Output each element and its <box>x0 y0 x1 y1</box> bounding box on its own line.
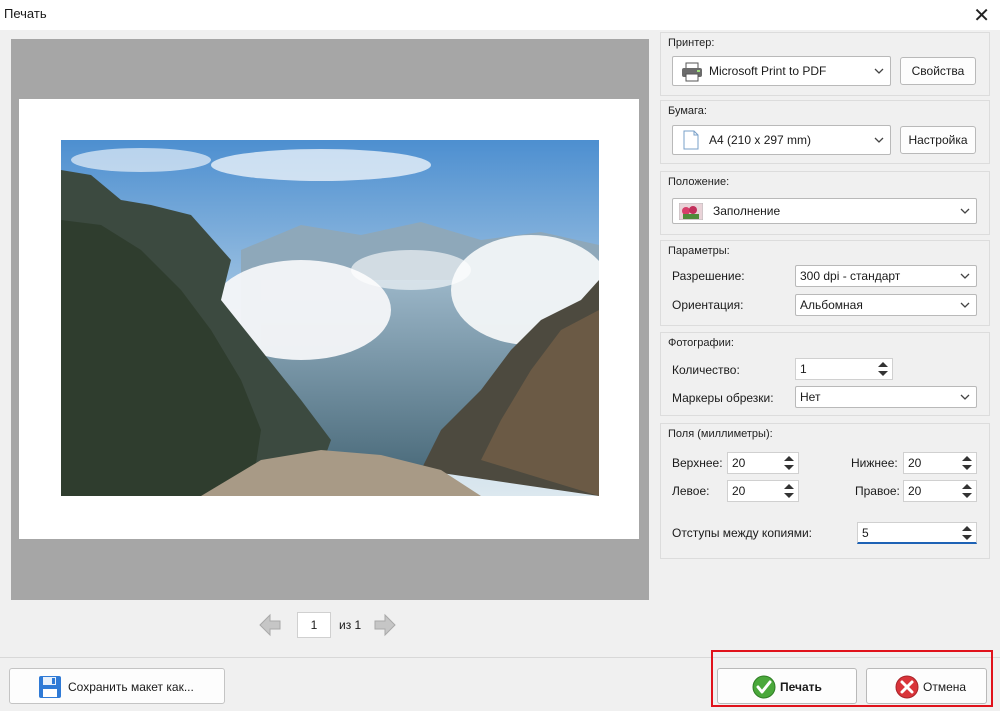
printer-icon <box>682 62 702 82</box>
parameters-label: Параметры: <box>668 245 730 257</box>
margin-bottom-label: Нижнее: <box>851 456 898 470</box>
print-button-label: Печать <box>780 680 822 694</box>
cancel-button-label: Отмена <box>923 680 967 694</box>
crop-marks-label: Маркеры обрезки: <box>672 391 774 405</box>
chevron-down-icon <box>960 302 970 308</box>
save-layout-label: Сохранить макет как... <box>68 680 194 694</box>
next-page-icon[interactable] <box>372 612 398 638</box>
spin-arrows-icon[interactable] <box>960 482 974 500</box>
crop-marks-select[interactable]: Нет <box>795 386 977 408</box>
title-bar: Печать ✕ <box>0 0 1000 30</box>
floppy-disk-icon <box>39 676 61 698</box>
crop-marks-value: Нет <box>800 390 821 404</box>
print-button[interactable]: Печать <box>717 668 857 704</box>
copy-spacing-label: Отступы между копиями: <box>672 526 812 540</box>
printer-properties-button[interactable]: Свойства <box>900 57 976 85</box>
position-label: Положение: <box>668 176 730 188</box>
page-count-label: из 1 <box>339 618 362 632</box>
page-number-input[interactable]: 1 <box>297 612 331 638</box>
spin-arrows-icon[interactable] <box>782 454 796 472</box>
margins-group: Поля (миллиметры): Верхнее: 20 Нижнее: 2… <box>660 423 990 559</box>
cancel-button[interactable]: Отмена <box>866 668 987 704</box>
previous-page-icon[interactable] <box>257 612 283 638</box>
cancel-icon <box>895 675 919 699</box>
margin-right-value: 20 <box>908 484 922 498</box>
margin-right-label: Правое: <box>855 484 900 498</box>
window-title: Печать <box>4 6 47 21</box>
margin-top-value: 20 <box>732 456 746 470</box>
chevron-down-icon <box>960 208 970 214</box>
margin-left-stepper[interactable]: 20 <box>727 480 799 502</box>
orientation-value: Альбомная <box>800 298 863 312</box>
margin-top-stepper[interactable]: 20 <box>727 452 799 474</box>
margin-left-label: Левое: <box>672 484 710 498</box>
printer-label: Принтер: <box>668 37 715 49</box>
page-navigator: 1 из 1 <box>257 610 417 640</box>
orientation-select[interactable]: Альбомная <box>795 294 977 316</box>
image-thumbnail-icon <box>679 203 703 220</box>
position-select[interactable]: Заполнение <box>672 198 977 224</box>
chevron-down-icon <box>874 68 884 74</box>
photos-group: Фотографии: Количество: 1 Маркеры обрезк… <box>660 332 990 416</box>
margin-bottom-stepper[interactable]: 20 <box>903 452 977 474</box>
chevron-down-icon <box>960 273 970 279</box>
parameters-group: Параметры: Разрешение: 300 dpi - стандар… <box>660 240 990 326</box>
page-icon <box>683 130 699 150</box>
margin-bottom-value: 20 <box>908 456 922 470</box>
chevron-down-icon <box>960 394 970 400</box>
quantity-value: 1 <box>800 362 807 376</box>
quantity-label: Количество: <box>672 363 740 377</box>
position-group: Положение: Заполнение <box>660 171 990 235</box>
resolution-select[interactable]: 300 dpi - стандарт <box>795 265 977 287</box>
close-icon[interactable]: ✕ <box>973 3 990 28</box>
quantity-stepper[interactable]: 1 <box>795 358 893 380</box>
margins-label: Поля (миллиметры): <box>668 428 773 440</box>
paper-label: Бумага: <box>668 105 707 117</box>
copy-spacing-value: 5 <box>862 526 869 540</box>
printer-value: Microsoft Print to PDF <box>709 64 827 78</box>
photos-label: Фотографии: <box>668 337 734 349</box>
position-value: Заполнение <box>713 204 781 218</box>
checkmark-icon <box>752 675 776 699</box>
resolution-label: Разрешение: <box>672 269 745 283</box>
paper-setup-button[interactable]: Настройка <box>900 126 976 154</box>
margin-top-label: Верхнее: <box>672 456 723 470</box>
paper-select[interactable]: A4 (210 x 297 mm) <box>672 125 891 155</box>
printer-group: Принтер: Microsoft Print to PDF Свойства <box>660 32 990 96</box>
preview-page <box>19 99 639 539</box>
chevron-down-icon <box>874 137 884 143</box>
spin-arrows-icon[interactable] <box>876 360 890 378</box>
margin-right-stepper[interactable]: 20 <box>903 480 977 502</box>
printer-select[interactable]: Microsoft Print to PDF <box>672 56 891 86</box>
spin-arrows-icon[interactable] <box>960 524 974 542</box>
copy-spacing-stepper[interactable]: 5 <box>857 522 977 544</box>
paper-group: Бумага: A4 (210 x 297 mm) Настройка <box>660 100 990 164</box>
paper-value: A4 (210 x 297 mm) <box>709 133 812 147</box>
margin-left-value: 20 <box>732 484 746 498</box>
preview-photo <box>61 140 599 496</box>
spin-arrows-icon[interactable] <box>782 482 796 500</box>
print-settings-panel: Принтер: Microsoft Print to PDF Свойства… <box>660 30 990 559</box>
spin-arrows-icon[interactable] <box>960 454 974 472</box>
print-preview <box>11 39 649 600</box>
save-layout-button[interactable]: Сохранить макет как... <box>9 668 225 704</box>
orientation-label: Ориентация: <box>672 298 744 312</box>
resolution-value: 300 dpi - стандарт <box>800 269 901 283</box>
